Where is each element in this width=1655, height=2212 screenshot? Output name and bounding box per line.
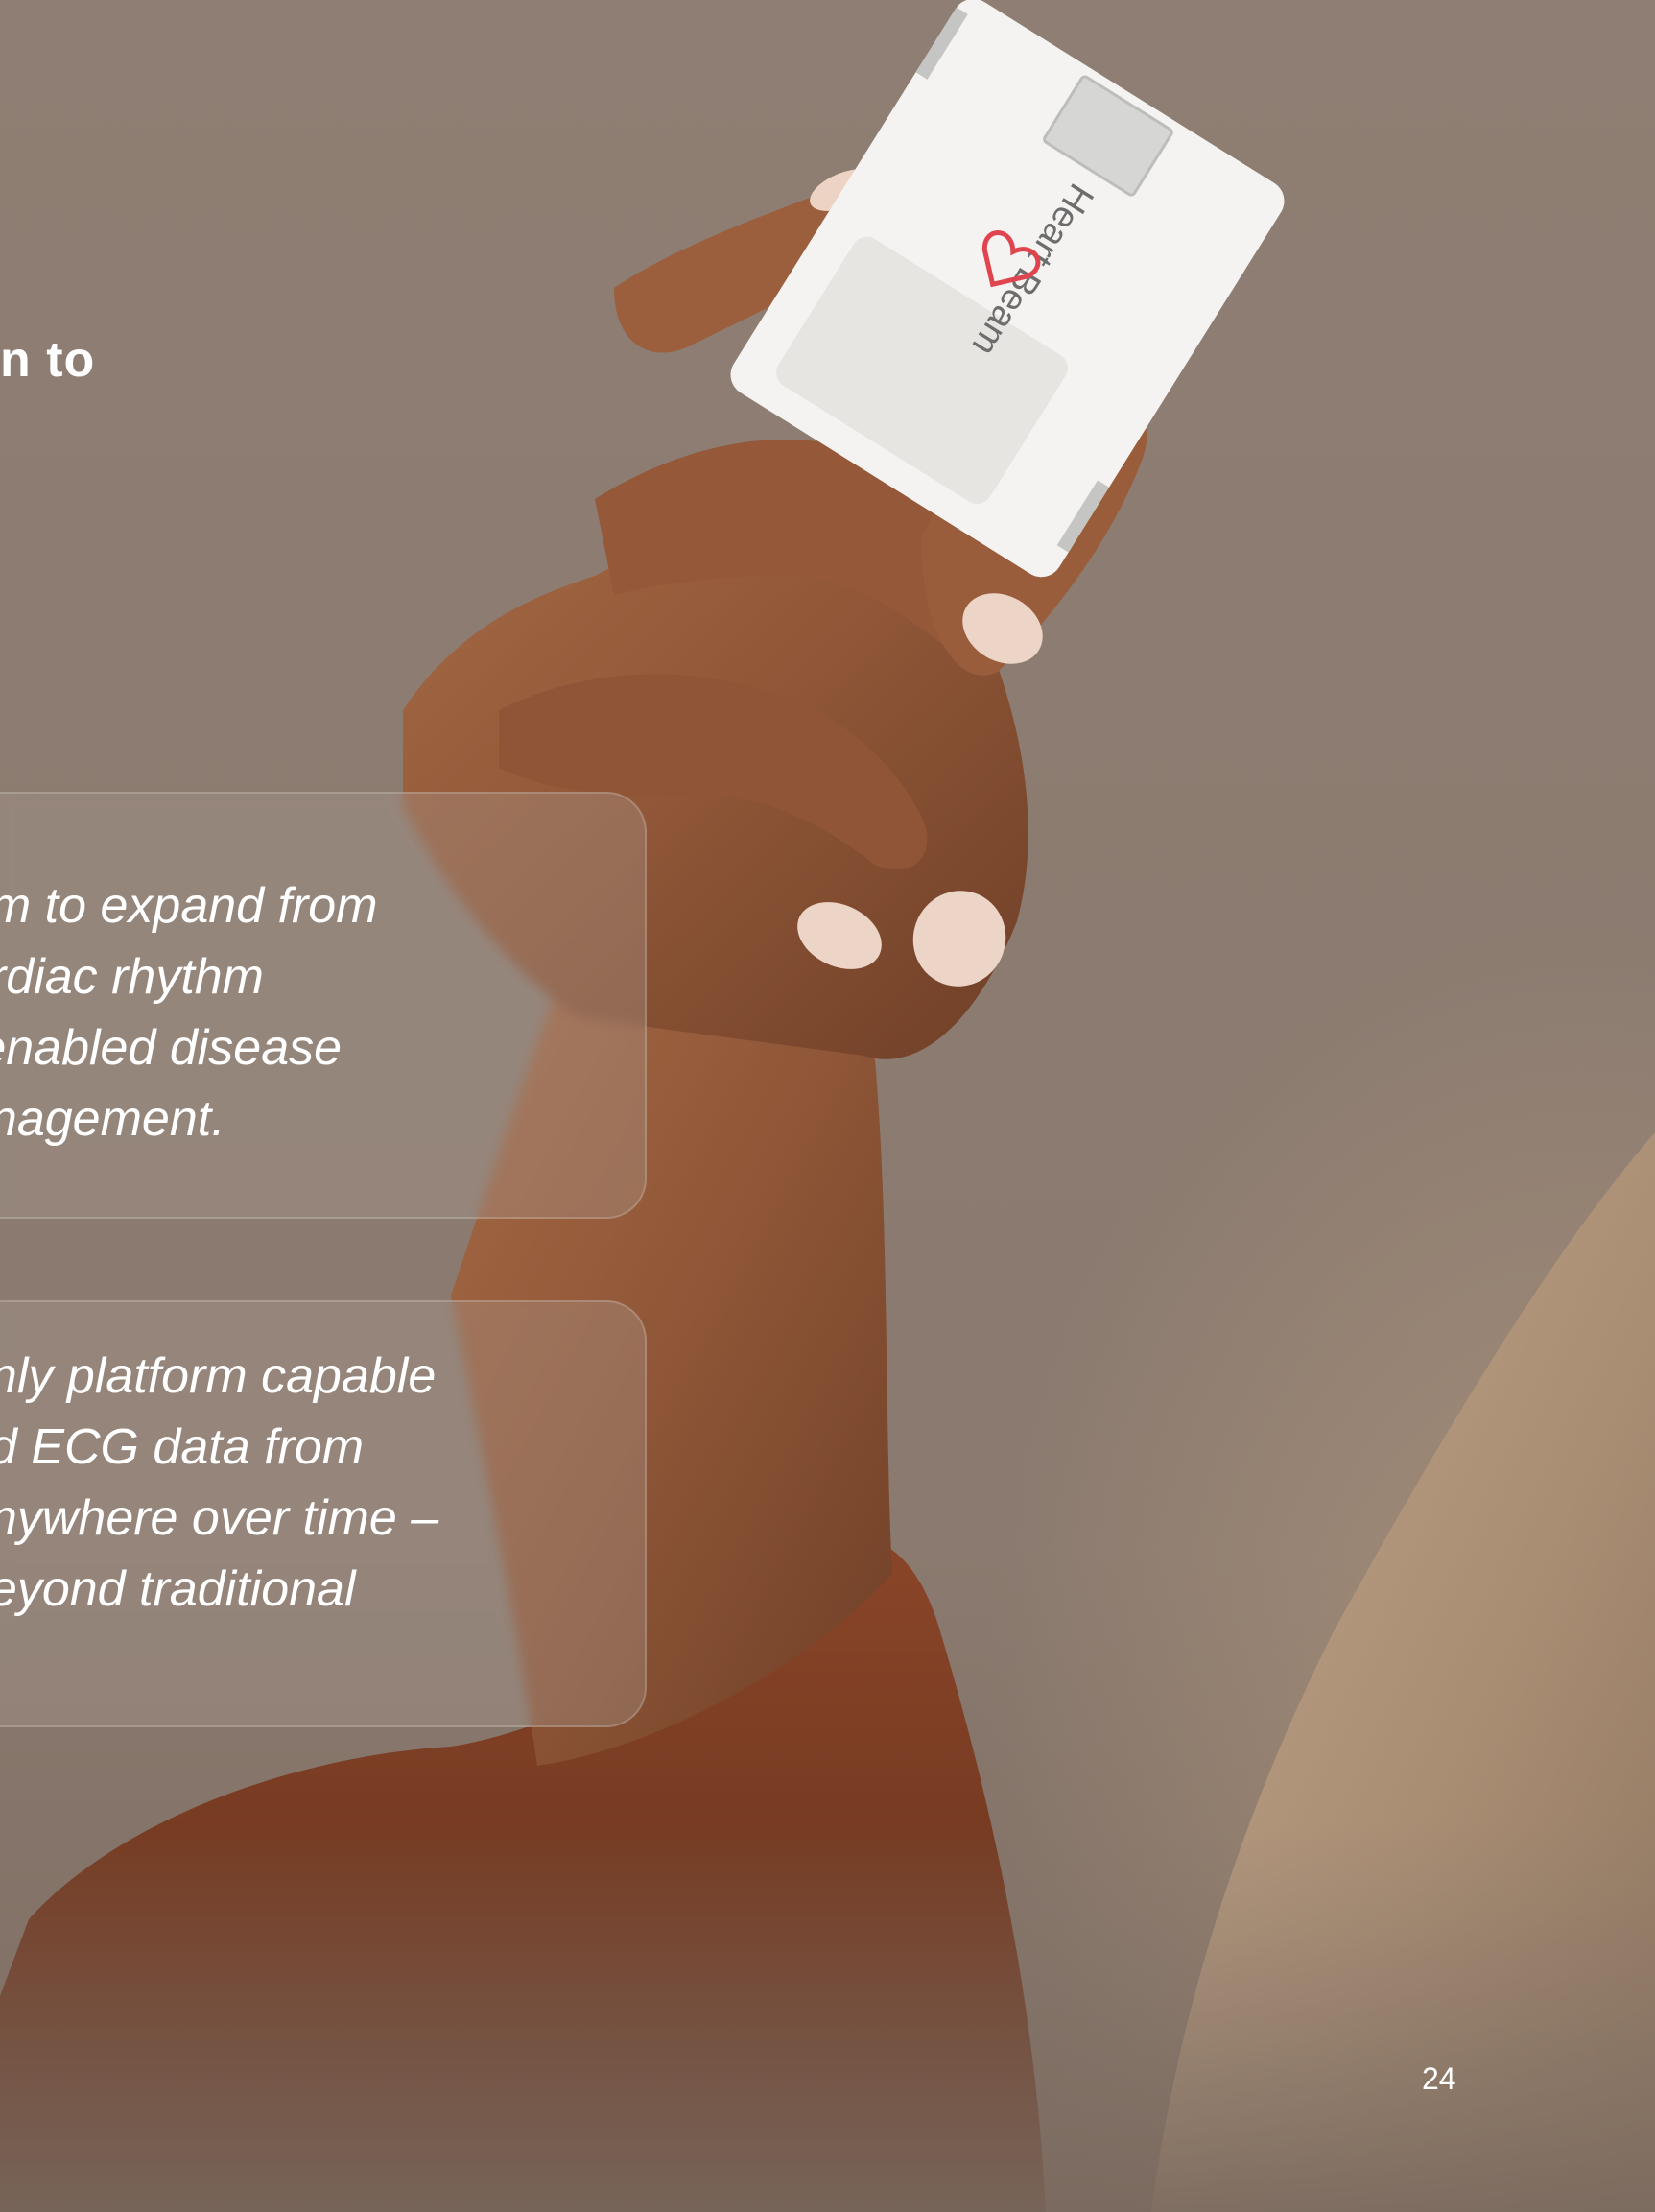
info-card-1-line: ardiac rhythm [0, 949, 264, 1005]
info-card-2-line: only platform capable [0, 1348, 437, 1404]
info-card-2-line: ad ECG data from [0, 1419, 365, 1475]
slide: Heart Beam n to am to expand from ardiac… [0, 0, 1655, 2212]
info-card-1-text: am to expand from ardiac rhythm -enabled… [0, 870, 556, 1154]
info-card-1-line: -enabled disease [0, 1020, 343, 1076]
info-card-1-line: am to expand from [0, 878, 378, 934]
page-number: 24 [1422, 2061, 1456, 2096]
info-card-2-line: beyond traditional [0, 1561, 356, 1617]
info-card-2-line: anywhere over time – [0, 1490, 439, 1546]
info-card-2-text: only platform capable ad ECG data from a… [0, 1341, 556, 1625]
slide-title-fragment: n to [0, 332, 96, 388]
info-card-1: am to expand from ardiac rhythm -enabled… [0, 792, 647, 1219]
info-card-1-line: anagement. [0, 1091, 225, 1147]
info-card-2: only platform capable ad ECG data from a… [0, 1300, 647, 1727]
